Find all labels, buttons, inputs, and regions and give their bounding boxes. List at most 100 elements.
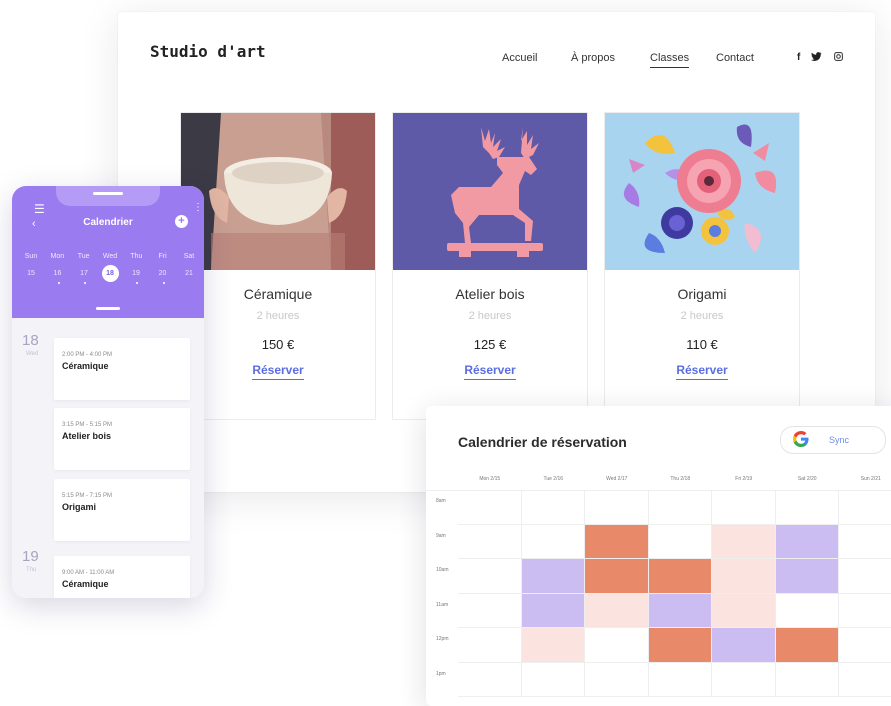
twitter-icon[interactable]	[811, 52, 822, 63]
agenda-event[interactable]: 9:00 AM - 11:00 AM Céramique	[54, 556, 190, 598]
booked-slot[interactable]	[648, 593, 712, 628]
more-options-icon[interactable]: ⋮	[193, 202, 203, 213]
ceramic-bowl-photo	[181, 113, 375, 270]
google-icon	[793, 430, 809, 452]
date-cell[interactable]: 20	[152, 270, 174, 284]
class-card-ceramique[interactable]: Céramique 2 heures 150 € Réserver	[180, 112, 376, 420]
time-slot[interactable]	[458, 628, 522, 663]
weekday-label: Tue	[77, 253, 90, 260]
time-slot[interactable]	[648, 490, 712, 525]
row-label: 11am	[436, 601, 449, 608]
agenda-day-label: Wed	[26, 351, 39, 357]
booked-slot[interactable]	[585, 524, 649, 559]
class-card-atelier-bois[interactable]: Atelier bois 2 heures 125 € Réserver	[392, 112, 588, 420]
time-slot[interactable]	[458, 490, 522, 525]
date-cell[interactable]: 17	[73, 270, 95, 284]
time-slot[interactable]	[585, 662, 649, 697]
mobile-app-window: ☰ ‹ Calendrier + ⋮ Sun Mon Tue Wed Thu F…	[12, 186, 204, 598]
nav-classes[interactable]: Classes	[650, 52, 690, 68]
booked-slot[interactable]	[521, 559, 585, 594]
booked-slot[interactable]	[712, 524, 776, 559]
agenda-event[interactable]: 5:15 PM - 7:15 PM Origami	[54, 479, 190, 541]
time-slot[interactable]	[839, 628, 891, 663]
site-logo[interactable]: Studio d'art	[150, 42, 266, 61]
booked-slot[interactable]	[585, 593, 649, 628]
booked-slot[interactable]	[712, 628, 776, 663]
time-slot[interactable]	[585, 628, 649, 663]
agenda-event[interactable]: 2:00 PM - 4:00 PM Céramique	[54, 338, 190, 400]
booked-slot[interactable]	[648, 628, 712, 663]
time-slot[interactable]	[648, 662, 712, 697]
card-price: 110 €	[686, 337, 718, 352]
booked-slot[interactable]	[521, 593, 585, 628]
event-time: 9:00 AM - 11:00 AM	[62, 570, 115, 576]
booked-slot[interactable]	[648, 559, 712, 594]
time-slot[interactable]	[521, 490, 585, 525]
event-name: Céramique	[62, 361, 109, 371]
card-duration: 2 heures	[680, 310, 724, 322]
row-label: 12pm	[436, 636, 449, 642]
time-slot[interactable]	[648, 524, 712, 559]
time-slot[interactable]	[585, 490, 649, 525]
date-cell[interactable]: 19	[125, 270, 147, 284]
sync-button[interactable]: Sync	[780, 426, 886, 454]
time-slot[interactable]	[839, 594, 891, 628]
reserve-button[interactable]: Réserver	[181, 363, 375, 380]
instagram-icon[interactable]	[834, 52, 843, 64]
booked-slot[interactable]	[775, 628, 839, 663]
weekday-label: Sat	[183, 253, 195, 260]
card-price: 150 €	[261, 337, 295, 352]
booked-slot[interactable]	[521, 628, 585, 663]
phone-header: ☰ ‹ Calendrier + ⋮ Sun Mon Tue Wed Thu F…	[12, 186, 204, 318]
time-slot[interactable]	[458, 559, 522, 594]
class-card-origami[interactable]: Origami 2 heures 110 € Réserver	[604, 112, 800, 420]
booked-slot[interactable]	[712, 559, 776, 594]
time-slot[interactable]	[839, 663, 891, 697]
card-duration: 2 heures	[256, 310, 300, 322]
time-slot[interactable]	[839, 559, 891, 594]
card-title: Atelier bois	[455, 286, 525, 302]
reserve-button[interactable]: Réserver	[393, 363, 587, 380]
weekday-label: Wed	[102, 253, 118, 260]
add-event-icon[interactable]: +	[175, 215, 188, 228]
date-cell[interactable]: 16	[47, 270, 69, 284]
nav-accueil[interactable]: Accueil	[502, 52, 537, 64]
time-slot[interactable]	[521, 662, 585, 697]
time-slot[interactable]	[839, 525, 891, 559]
date-cell[interactable]: 21	[178, 270, 200, 282]
sync-label: Sync	[829, 435, 850, 445]
booked-slot[interactable]	[712, 593, 776, 628]
time-slot[interactable]	[775, 593, 839, 628]
column-header: Tue 2/16	[543, 476, 564, 482]
date-cell-selected[interactable]: 18	[101, 265, 119, 282]
column-header: Sun 2/21	[860, 476, 881, 482]
nav-contact[interactable]: Contact	[716, 52, 754, 64]
event-name: Céramique	[62, 579, 109, 589]
row-label: 8am	[436, 498, 446, 504]
agenda-event[interactable]: 3:15 PM - 5:15 PM Atelier bois	[54, 408, 190, 470]
reserve-button[interactable]: Réserver	[605, 363, 799, 380]
booked-slot[interactable]	[775, 559, 839, 594]
time-slot[interactable]	[775, 490, 839, 525]
date-cell[interactable]: 15	[20, 270, 42, 282]
time-slot[interactable]	[458, 524, 522, 559]
time-slot[interactable]	[521, 524, 585, 559]
time-slot[interactable]	[458, 662, 522, 697]
row-label: 10am	[436, 567, 449, 573]
card-duration: 2 heures	[468, 310, 512, 322]
row-label: 1pm	[436, 670, 446, 677]
facebook-icon[interactable]: f	[797, 52, 800, 63]
time-slot[interactable]	[712, 662, 776, 697]
menu-icon[interactable]: ☰	[34, 202, 45, 216]
time-slot[interactable]	[775, 662, 839, 697]
agenda-day-number: 19	[22, 548, 39, 565]
drag-handle[interactable]	[96, 307, 120, 310]
column-header: Thu 2/18	[670, 476, 691, 482]
phone-agenda: 18 Wed 2:00 PM - 4:00 PM Céramique 3:15 …	[12, 318, 204, 598]
booked-slot[interactable]	[585, 559, 649, 594]
nav-a-propos[interactable]: À propos	[571, 52, 615, 64]
time-slot[interactable]	[712, 490, 776, 525]
booked-slot[interactable]	[775, 524, 839, 559]
time-slot[interactable]	[839, 490, 891, 525]
time-slot[interactable]	[458, 593, 522, 628]
